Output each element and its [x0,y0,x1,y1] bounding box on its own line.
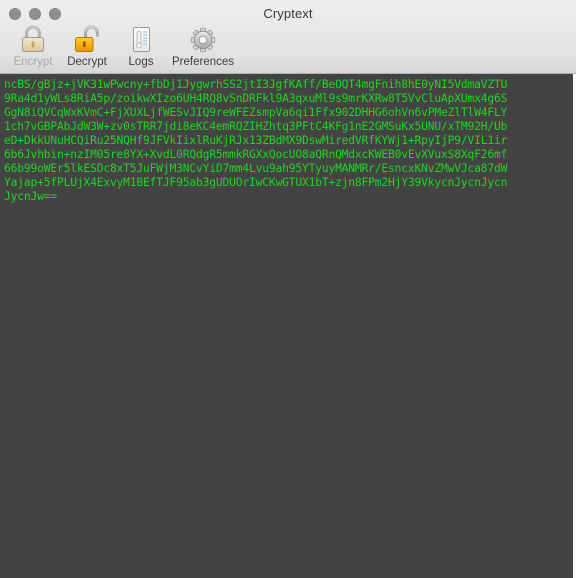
toolbar-label-encrypt: Encrypt [13,56,53,68]
toolbar-button-logs[interactable]: Logs [114,23,168,68]
cipher-text[interactable]: ncBS/gBjz+jVK31wPwcny+fbDj1JygwrhSS2jtI3… [4,78,574,204]
toolbar-label-preferences: Preferences [172,56,235,68]
document-log-icon [124,23,158,55]
gear-icon [186,23,220,55]
toolbar-button-decrypt[interactable]: Decrypt [60,23,114,68]
open-padlock-icon [70,23,104,55]
toolbar: Encrypt Decrypt Logs Preferences [6,23,238,68]
toolbar-button-encrypt[interactable]: Encrypt [6,23,60,68]
toolbar-button-preferences[interactable]: Preferences [168,23,238,68]
toolbar-label-logs: Logs [128,56,154,68]
app-window: Cryptext Encrypt Decrypt Logs Preference… [0,0,576,578]
closed-padlock-icon [16,23,50,55]
window-title: Cryptext [263,6,313,21]
title-bar[interactable]: Cryptext Encrypt Decrypt Logs Preference… [0,0,576,74]
cipher-text-area[interactable]: ncBS/gBjz+jVK31wPwcny+fbDj1JygwrhSS2jtI3… [0,74,576,578]
toolbar-label-decrypt: Decrypt [67,56,107,68]
